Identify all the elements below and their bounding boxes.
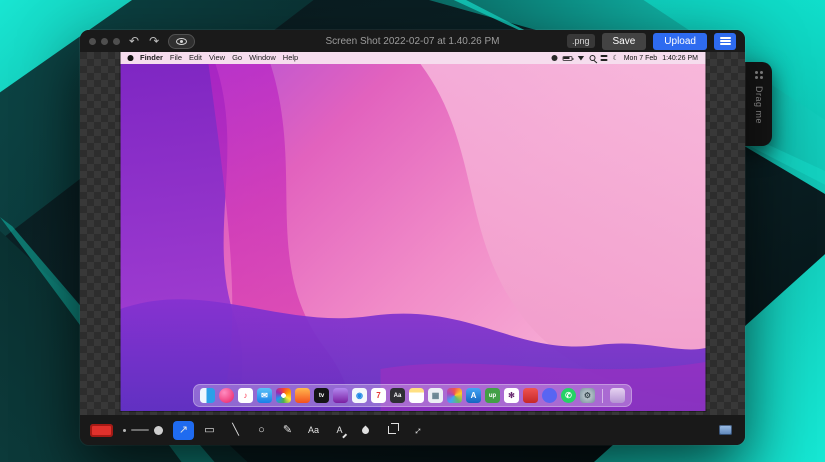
tool-group: ↗ ▭ ╲ ○ ✎ Aa A ↔ (173, 420, 428, 440)
drag-tab-label: Drag me (754, 86, 764, 125)
arrow-tool-button[interactable]: ↗ (173, 420, 194, 440)
ellipse-tool-button[interactable]: ○ (251, 421, 272, 440)
spotlight-search-icon (589, 55, 596, 61)
resize-arrows-icon: ↔ (409, 421, 426, 438)
arrow-icon: ↗ (178, 423, 189, 436)
macos-dock: ♪ ✉ tv ◉ 7 Aa ▦ Aup ✻ ✆ ⚙ (193, 384, 632, 407)
crop-icon (387, 423, 399, 434)
dock-icon-apple-tv: tv (314, 388, 329, 403)
slider-thumb[interactable] (154, 425, 163, 435)
menubar-item-go: Go (232, 53, 243, 63)
text-icon: Aa (307, 424, 319, 435)
min-size-dot (123, 428, 126, 432)
dock-icon-indigo-circle-app (542, 388, 557, 403)
undo-button[interactable]: ↶ (128, 35, 140, 47)
menubar-status-area: ☾ Mon 7 Feb 1:40:26 PM (551, 55, 698, 62)
status-app-icon (551, 55, 558, 61)
dock-icon-mail: ✉ (257, 388, 272, 403)
line-tool-button[interactable]: ╲ (225, 421, 246, 440)
upload-button[interactable]: Upload (653, 32, 707, 50)
menubar-clock: 1:40:26 PM (662, 54, 698, 62)
menubar-item-file: File (169, 53, 183, 63)
blur-tool-button[interactable] (355, 421, 376, 440)
move-icon (755, 71, 763, 79)
display-icon (718, 425, 732, 435)
window-control-dot[interactable] (101, 37, 108, 45)
pencil-tool-button[interactable]: ✎ (277, 421, 298, 440)
rectangle-tool-button[interactable]: ▭ (199, 421, 220, 440)
window-controls (89, 37, 120, 45)
window-control-dot[interactable] (113, 37, 120, 45)
line-icon: ╲ (232, 423, 239, 436)
dock-icon-upnote: up (485, 388, 500, 403)
stroke-size-slider[interactable] (123, 425, 163, 435)
window-titlebar[interactable]: ↶ ↷ Screen Shot 2022-02-07 at 1.40.26 PM… (80, 30, 745, 52)
dock-icon-podcasts (333, 388, 348, 403)
editing-toolbar: ↗ ▭ ╲ ○ ✎ Aa A ↔ (80, 415, 745, 445)
dock-icon-trash (610, 388, 625, 403)
screenshot-editor-window: ↶ ↷ Screen Shot 2022-02-07 at 1.40.26 PM… (80, 30, 745, 445)
dock-icon-dictionary: Aa (390, 388, 405, 403)
dock-icon-safari: ◉ (352, 388, 367, 403)
dock-icon-slack: ✻ (504, 388, 519, 403)
menubar-item-view: View (208, 53, 226, 63)
dock-icon-red-app (523, 388, 538, 403)
focus-moon-icon: ☾ (612, 54, 619, 62)
menubar-item-finder: Finder (140, 53, 163, 63)
hamburger-icon (719, 35, 731, 46)
screenshot-image: Finder File Edit View Go Window Help ☾ M… (120, 52, 705, 411)
slider-track (131, 429, 149, 431)
menubar-item-help: Help (282, 53, 299, 63)
dock-icon-finder (200, 388, 215, 403)
battery-icon (562, 55, 574, 61)
menu-button[interactable] (714, 32, 736, 50)
ellipse-icon: ○ (258, 423, 265, 436)
dock-icon-orange-app (295, 388, 310, 403)
dock-icon-grid-app: ▦ (428, 388, 443, 403)
control-center-icon (600, 55, 608, 61)
dock-icon-app-store: A (466, 388, 481, 403)
redo-button[interactable]: ↷ (148, 35, 160, 47)
resize-tool-button[interactable]: ↔ (407, 421, 428, 440)
dock-icon-pink-circle-app (219, 388, 234, 403)
dock-icon-settings: ⚙ (580, 388, 595, 403)
menubar-item-edit: Edit (189, 53, 202, 63)
rectangle-icon: ▭ (204, 423, 215, 436)
macos-menubar: Finder File Edit View Go Window Help ☾ M… (120, 52, 705, 64)
window-control-dot[interactable] (89, 37, 96, 45)
preview-button[interactable] (168, 33, 196, 49)
color-swatch[interactable] (90, 423, 113, 437)
format-badge[interactable]: .png (566, 34, 595, 48)
save-button[interactable]: Save (601, 32, 647, 50)
dock-icon-notes (409, 388, 424, 403)
crop-tool-button[interactable] (381, 421, 402, 440)
titlebar-actions: .png Save Upload (566, 32, 736, 50)
wifi-icon (577, 55, 585, 61)
eye-icon (176, 37, 188, 45)
dock-icon-music: ♪ (238, 388, 253, 403)
editor-canvas[interactable]: Finder File Edit View Go Window Help ☾ M… (80, 52, 745, 415)
text-style-icon: A (336, 424, 343, 435)
dock-icon-whatsapp: ✆ (561, 388, 576, 403)
quick-access-button[interactable] (715, 423, 735, 438)
menubar-item-window: Window (249, 53, 276, 63)
text-tool-button[interactable]: Aa (303, 421, 324, 440)
mini-pencil-icon (342, 433, 347, 439)
dock-icon-calendar: 7 (371, 388, 386, 403)
dock-icon-colorful-app (447, 388, 462, 403)
dock-separator (602, 388, 603, 403)
pencil-icon: ✎ (282, 423, 293, 436)
apple-icon (127, 55, 133, 61)
window-title: Screen Shot 2022-02-07 at 1.40.26 PM (325, 35, 500, 47)
menubar-date: Mon 7 Feb (623, 54, 658, 62)
dock-icon-strip: ♪ ✉ tv ◉ 7 Aa ▦ Aup ✻ ✆ ⚙ (193, 384, 632, 407)
droplet-icon (360, 425, 371, 435)
monterey-wallpaper-image (120, 64, 705, 411)
dock-icon-photos (276, 388, 291, 403)
text-style-tool-button[interactable]: A (329, 421, 350, 440)
